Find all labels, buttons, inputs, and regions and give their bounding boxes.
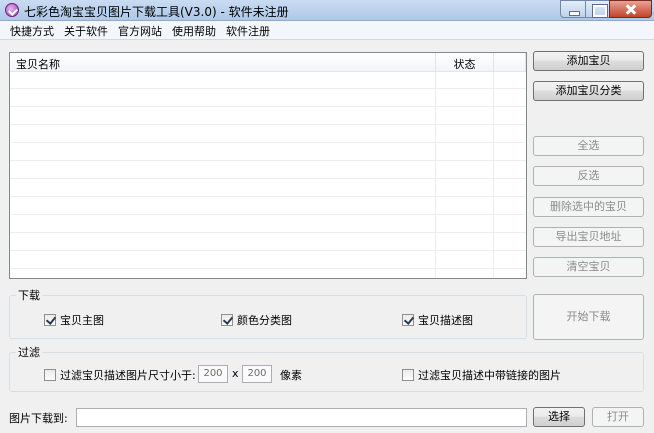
grid-line <box>10 106 526 107</box>
filter-group: 过滤 过滤宝贝描述图片尺寸小于: 200 x 200 像素 过滤宝贝描述中带链接… <box>9 344 644 392</box>
list-body[interactable] <box>10 72 526 278</box>
grid-line <box>10 88 526 89</box>
menu-register[interactable]: 软件注册 <box>226 23 270 39</box>
add-category-button[interactable]: 添加宝贝分类 <box>533 81 644 101</box>
min-height-input[interactable]: 200 <box>242 365 272 383</box>
grid-line <box>10 196 526 197</box>
item-list[interactable]: 宝贝名称 状态 <box>9 52 527 279</box>
list-header: 宝贝名称 状态 <box>10 53 526 72</box>
min-width-input[interactable]: 200 <box>198 365 228 383</box>
link-filter-checkbox[interactable]: 过滤宝贝描述中带链接的图片 <box>402 367 561 383</box>
add-item-button[interactable]: 添加宝贝 <box>533 51 644 71</box>
download-group-label: 下载 <box>16 287 42 303</box>
minimize-button[interactable] <box>560 0 586 18</box>
menu-bar: 快捷方式 关于软件 官方网站 使用帮助 软件注册 <box>0 21 654 40</box>
grid-line <box>10 232 526 233</box>
menu-shortcuts[interactable]: 快捷方式 <box>10 23 54 39</box>
maximize-button[interactable] <box>585 0 610 18</box>
grid-line <box>10 214 526 215</box>
filter-group-label: 过滤 <box>16 344 42 360</box>
close-button[interactable] <box>609 0 652 18</box>
size-filter-checkbox[interactable]: 过滤宝贝描述图片尺寸小于: <box>44 367 196 383</box>
menu-about[interactable]: 关于软件 <box>64 23 108 39</box>
open-folder-button[interactable]: 打开 <box>592 407 644 427</box>
times-sign: x <box>232 367 239 380</box>
choose-folder-button[interactable]: 选择 <box>533 407 585 427</box>
grid-line <box>435 72 436 278</box>
column-header-status[interactable]: 状态 <box>436 53 494 72</box>
checkbox-box[interactable] <box>44 314 56 326</box>
color-image-checkbox[interactable]: 颜色分类图 <box>221 312 292 328</box>
select-all-button[interactable]: 全选 <box>533 136 644 156</box>
pixel-unit-label: 像素 <box>280 369 302 382</box>
size-inputs: 200 x 200 像素 <box>198 365 308 383</box>
menu-official-site[interactable]: 官方网站 <box>118 23 162 39</box>
description-image-label: 宝贝描述图 <box>418 314 473 327</box>
app-icon <box>5 3 19 17</box>
link-filter-label: 过滤宝贝描述中带链接的图片 <box>418 369 561 382</box>
checkbox-box[interactable] <box>44 369 56 381</box>
grid-line <box>10 142 526 143</box>
main-image-checkbox[interactable]: 宝贝主图 <box>44 312 104 328</box>
column-header-name[interactable]: 宝贝名称 <box>10 53 436 72</box>
checkbox-box[interactable] <box>402 369 414 381</box>
grid-line <box>10 124 526 125</box>
export-address-button[interactable]: 导出宝贝地址 <box>533 227 644 247</box>
start-download-button[interactable]: 开始下载 <box>533 294 644 340</box>
size-filter-label: 过滤宝贝描述图片尺寸小于: <box>60 369 196 382</box>
grid-line <box>10 178 526 179</box>
column-header-filler <box>494 53 526 72</box>
grid-line <box>493 72 494 278</box>
main-image-label: 宝贝主图 <box>60 314 104 327</box>
checkbox-box[interactable] <box>221 314 233 326</box>
client-area: 宝贝名称 状态 添加宝贝 添加宝贝分类 全选 反选 删除选中的宝贝 导出宝贝地址… <box>0 40 654 433</box>
window-title: 七彩色淘宝宝贝图片下载工具(V3.0) - 软件未注册 <box>24 5 289 19</box>
clear-items-button[interactable]: 清空宝贝 <box>533 257 644 277</box>
description-image-checkbox[interactable]: 宝贝描述图 <box>402 312 473 328</box>
menu-help[interactable]: 使用帮助 <box>172 23 216 39</box>
grid-line <box>10 160 526 161</box>
title-bar[interactable]: 七彩色淘宝宝贝图片下载工具(V3.0) - 软件未注册 <box>0 0 654 21</box>
invert-selection-button[interactable]: 反选 <box>533 166 644 186</box>
checkbox-box[interactable] <box>402 314 414 326</box>
delete-selected-button[interactable]: 删除选中的宝贝 <box>533 197 644 217</box>
download-group: 下载 宝贝主图 颜色分类图 宝贝描述图 <box>9 287 527 339</box>
grid-line <box>10 250 526 251</box>
save-path-input[interactable] <box>76 408 527 427</box>
save-path-label: 图片下载到: <box>9 412 68 425</box>
color-image-label: 颜色分类图 <box>237 314 292 327</box>
grid-line <box>10 268 526 269</box>
